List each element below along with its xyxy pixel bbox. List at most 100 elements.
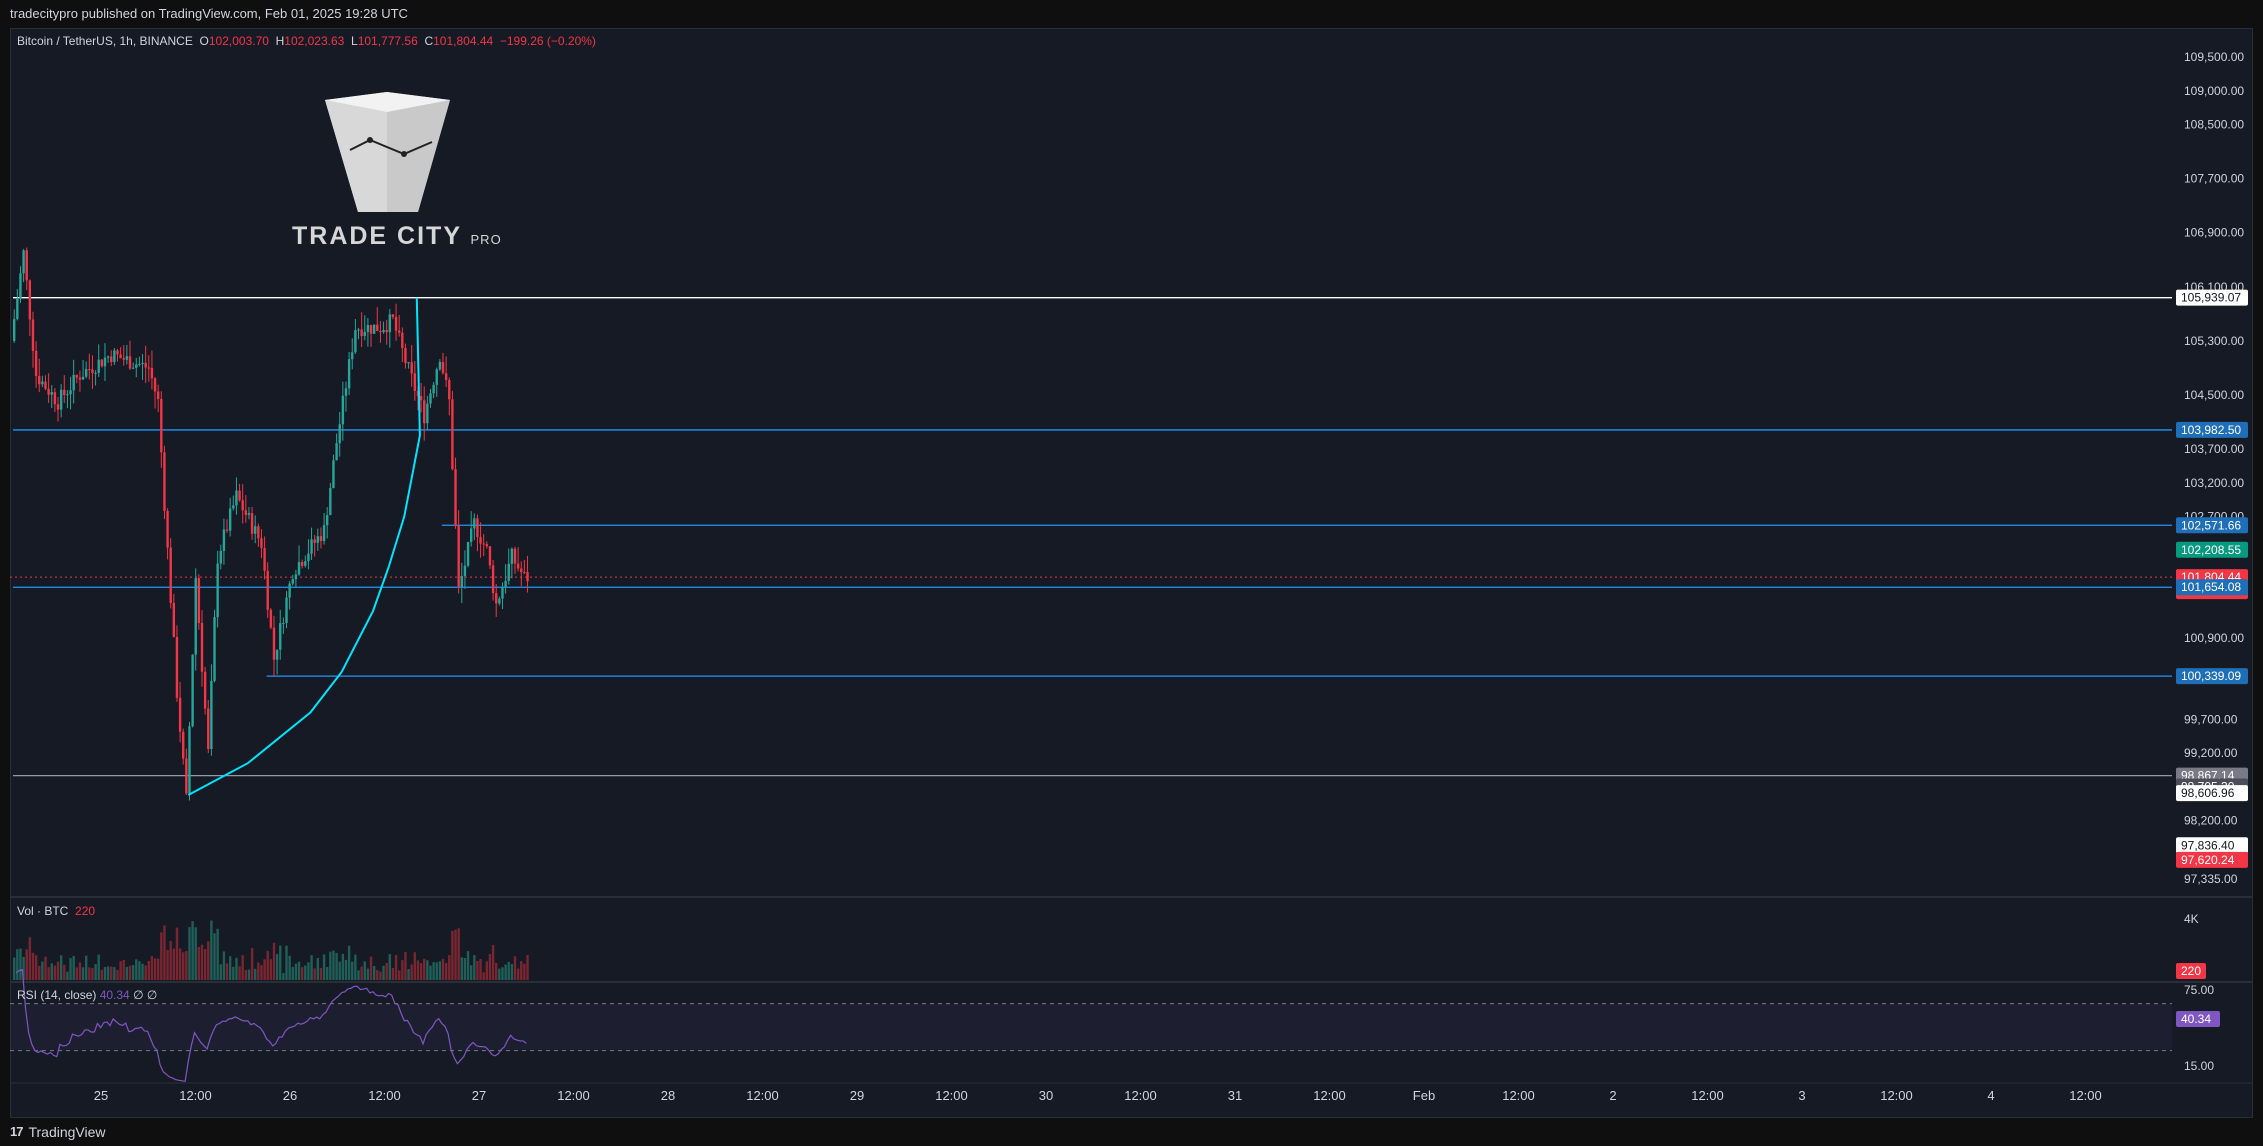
close-key: C: [424, 34, 434, 48]
volume-bar: [460, 957, 463, 980]
y-tick-label: 107,700.00: [2184, 172, 2244, 186]
volume-bar: [235, 957, 238, 980]
volume-bar: [482, 972, 485, 980]
volume-bar: [216, 928, 219, 980]
horizontal-levels: [10, 297, 2172, 777]
candle-body: [310, 539, 313, 554]
candle-body: [294, 574, 298, 580]
candle-body: [216, 563, 219, 618]
volume-bar: [150, 956, 154, 980]
volume-bar: [72, 955, 75, 980]
candle-body: [269, 609, 273, 628]
candle-body: [448, 379, 451, 400]
price-label: 105,939.07: [2181, 291, 2241, 305]
footer-brand[interactable]: TradingView: [28, 1118, 105, 1146]
candle-body: [228, 508, 232, 531]
candle-body: [182, 731, 185, 759]
volume-bar: [451, 930, 454, 980]
volume-bar: [338, 961, 341, 980]
candle-body: [510, 548, 514, 564]
volume-bar: [516, 968, 520, 980]
volume-bar: [495, 962, 498, 980]
candle-body: [476, 518, 479, 538]
candle-body: [13, 319, 16, 341]
volume-bar: [56, 961, 60, 980]
candle-body: [354, 330, 357, 353]
candle-body: [351, 352, 354, 360]
candle-body: [319, 536, 323, 542]
candle-body: [441, 361, 445, 374]
x-tick-label: 12:00: [1880, 1088, 1913, 1103]
volume-bar: [166, 949, 169, 980]
candle-body: [238, 490, 241, 501]
volume-bar: [473, 955, 476, 980]
candle-body: [100, 359, 104, 367]
candle-body: [147, 367, 150, 369]
volume-bar: [388, 954, 391, 980]
volume-bar: [13, 957, 16, 980]
candle-body: [103, 357, 107, 367]
candle-body: [56, 404, 60, 410]
volume-bar: [160, 932, 163, 980]
candle-body: [516, 563, 520, 569]
x-tick-label: 29: [850, 1088, 864, 1103]
volume-bar: [213, 933, 216, 980]
candle-body: [385, 329, 388, 333]
candle-body: [376, 324, 379, 331]
price-label: 101,654.08: [2181, 580, 2241, 594]
volume-axis-label: 4K: [2184, 912, 2199, 926]
candle-body: [504, 580, 507, 588]
candle-body: [460, 576, 463, 588]
candle-body: [272, 627, 276, 660]
x-tick-label: 12:00: [1691, 1088, 1724, 1103]
rsi-band: [10, 1003, 2172, 1051]
volume-bar: [332, 950, 335, 980]
candle-body: [457, 525, 460, 588]
candle-body: [166, 510, 169, 548]
x-tick-label: 31: [1228, 1088, 1242, 1103]
volume-bar: [91, 968, 94, 980]
symbol-legend[interactable]: Bitcoin / TetherUS, 1h, BINANCE O102,003…: [17, 34, 596, 48]
candle-body: [135, 364, 138, 368]
price-label: 100,339.09: [2181, 669, 2241, 683]
candle-body: [172, 602, 176, 637]
candle-body: [138, 364, 141, 366]
low-value: 101,777.56: [357, 34, 418, 48]
volume-bar: [391, 967, 395, 980]
price-label: 98,606.96: [2181, 786, 2235, 800]
candle-body: [263, 548, 266, 571]
volume-bar: [110, 966, 113, 980]
volume-bar: [413, 952, 417, 980]
volume-bar: [347, 945, 351, 980]
volume-bar: [369, 956, 373, 980]
candle-body: [69, 390, 72, 395]
volume-bar: [47, 967, 50, 980]
volume-bar: [34, 955, 38, 980]
volume-bars: [13, 920, 529, 980]
candle-body: [473, 518, 476, 529]
candle-body: [16, 297, 19, 320]
rsi-legend[interactable]: RSI (14, close) 40.34 ∅ ∅: [17, 988, 157, 1002]
candle-body: [203, 671, 207, 709]
volume-bar: [344, 959, 348, 980]
candle-body: [520, 568, 523, 573]
volume-bar: [203, 949, 207, 980]
candle-body: [128, 356, 132, 369]
volume-bar: [297, 961, 301, 980]
candle-body: [498, 598, 501, 604]
candle-body: [254, 526, 257, 534]
candle-body: [38, 376, 41, 385]
volume-bar: [423, 958, 426, 980]
volume-legend[interactable]: Vol · BTC 220: [17, 904, 95, 918]
candle-body: [247, 513, 251, 515]
volume-bar: [401, 960, 404, 980]
candle-body: [435, 369, 438, 385]
x-tick-label: 12:00: [746, 1088, 779, 1103]
volume-bar: [131, 965, 135, 980]
candle-body: [94, 372, 97, 374]
candle-body: [479, 537, 482, 544]
volume-bar: [38, 965, 41, 980]
volume-bar: [479, 959, 482, 980]
candle-body: [44, 381, 47, 389]
candle-body: [288, 583, 291, 598]
